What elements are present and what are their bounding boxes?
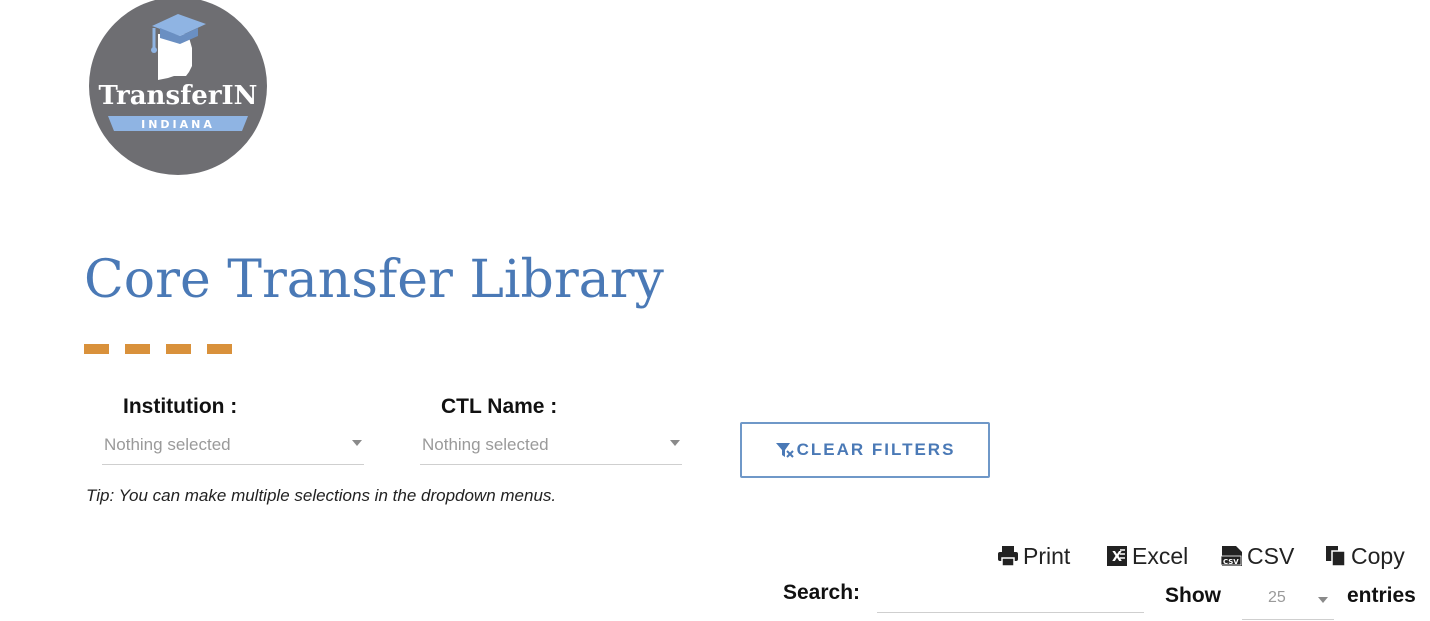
csv-button[interactable]: CSV CSV [1221, 540, 1294, 572]
logo-brand-text: TransferIN [99, 81, 258, 111]
csv-label: CSV [1247, 542, 1295, 569]
ctl-name-select[interactable]: Nothing selected [420, 430, 682, 465]
title-dash-decoration [207, 344, 232, 354]
chevron-down-icon [1318, 597, 1328, 603]
csv-file-icon: CSV [1221, 546, 1242, 566]
copy-icon [1326, 546, 1346, 567]
filter-clear-icon [775, 443, 794, 458]
excel-button[interactable]: X Excel [1106, 540, 1188, 572]
print-label: Print [1023, 542, 1071, 569]
entries-label: entries [1347, 584, 1416, 607]
show-label: Show [1165, 584, 1221, 607]
clear-filters-label: CLEAR FILTERS [796, 440, 956, 459]
title-dash-decoration [125, 344, 150, 354]
search-label: Search: [783, 581, 861, 604]
printer-icon [998, 546, 1018, 567]
chevron-down-icon [352, 440, 362, 446]
svg-text:CSV: CSV [1223, 558, 1239, 566]
copy-label: Copy [1351, 542, 1405, 569]
ctl-name-select-placeholder: Nothing selected [422, 435, 549, 454]
search-input[interactable] [877, 580, 1144, 613]
transferin-logo[interactable]: TransferIN INDIANA [88, 0, 268, 176]
page-title: Core Transfer Library [84, 250, 664, 310]
chevron-down-icon [670, 440, 680, 446]
copy-button[interactable]: Copy [1325, 540, 1405, 572]
institution-label: Institution : [123, 395, 238, 418]
entries-select-value: 25 [1268, 589, 1286, 606]
tip-text: Tip: You can make multiple selections in… [86, 486, 557, 505]
entries-per-page-select[interactable]: 25 [1242, 583, 1334, 620]
title-dash-decoration [166, 344, 191, 354]
logo-state-text: INDIANA [141, 118, 215, 131]
institution-select-placeholder: Nothing selected [104, 435, 231, 454]
excel-file-icon: X [1107, 546, 1127, 566]
title-dash-decoration [84, 344, 109, 354]
ctl-name-label: CTL Name : [441, 395, 558, 418]
excel-label: Excel [1132, 542, 1189, 569]
institution-select[interactable]: Nothing selected [102, 430, 364, 465]
print-button[interactable]: Print [997, 540, 1070, 572]
clear-filters-button[interactable]: CLEAR FILTERS [740, 422, 990, 478]
